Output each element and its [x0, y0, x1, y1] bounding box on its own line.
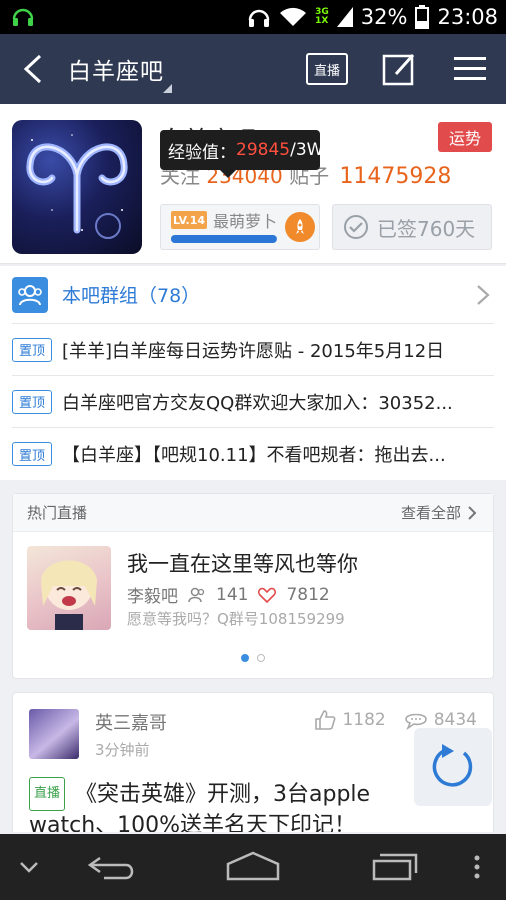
group-row[interactable]: 本吧群组（78）: [12, 266, 494, 324]
thread-time: 3分钟前: [95, 741, 150, 759]
live-description: 愿意等我吗？Q群号108159299: [127, 610, 345, 628]
forum-avatar: [12, 120, 142, 254]
carousel-indicator: [13, 654, 493, 662]
like-count: 1182: [342, 710, 386, 730]
sticky-post[interactable]: 置顶 白羊座吧官方交友QQ群欢迎大家加入：30352...: [12, 376, 494, 428]
group-label: 本吧群组（78）: [62, 285, 201, 307]
live-tag: 直播: [29, 777, 66, 811]
sticky-post-title: 白羊座吧官方交友QQ群欢迎大家加入：30352...: [62, 392, 453, 414]
viewer-count: 141: [216, 584, 249, 605]
view-all-label: 查看全部: [400, 504, 461, 522]
sticky-post[interactable]: 置顶 [羊羊]白羊座每日运势许愿贴 - 2015年5月12日: [12, 324, 494, 376]
recent-apps-icon[interactable]: [370, 852, 420, 882]
back-icon[interactable]: [86, 852, 138, 882]
network-type: 3G 1X: [315, 7, 329, 26]
live-button[interactable]: 直播: [306, 53, 348, 85]
sticky-post-title: 【白羊座】【吧规10.11】不看吧规者：拖出去...: [62, 445, 446, 466]
sticky-post-title: [羊羊]白羊座每日运势许愿贴 - 2015年5月12日: [62, 340, 445, 362]
experience-value: 29845: [236, 140, 291, 160]
level-progress-bar: [171, 235, 277, 243]
heart-icon: [258, 587, 277, 603]
post-count: 11475928: [339, 164, 452, 189]
live-thumbnail[interactable]: [27, 546, 111, 630]
level-box[interactable]: LV.14 最萌萝卜: [160, 204, 320, 250]
status-bar: 3G 1X 32% 23:08: [0, 0, 506, 34]
refresh-icon: [432, 744, 473, 787]
signed-days-label: 已签760天: [377, 216, 476, 241]
aries-symbol-icon: [26, 134, 128, 239]
clock: 23:08: [437, 5, 498, 29]
chevron-down-icon[interactable]: [18, 860, 40, 874]
chevron-right-icon: [468, 505, 477, 520]
thread-author[interactable]: 英三嘉哥: [95, 709, 167, 735]
sign-in-status[interactable]: 已签760天: [332, 204, 492, 250]
live-host: 李毅吧: [127, 587, 178, 607]
user-avatar[interactable]: [29, 709, 79, 759]
hot-live-title: 热门直播: [27, 504, 88, 522]
carousel-dot-active[interactable]: [241, 654, 249, 662]
thumbs-up-icon: [315, 710, 336, 730]
pinned-tag: 置顶: [12, 389, 52, 414]
back-arrow-icon[interactable]: [18, 52, 48, 86]
experience-label: 经验值：: [168, 142, 236, 163]
forum-title[interactable]: 白羊座吧: [68, 52, 164, 86]
level-name: 最萌萝卜: [213, 212, 278, 231]
title-dropdown-caret[interactable]: [163, 84, 172, 93]
wifi-icon: [280, 7, 307, 27]
check-circle-icon: [344, 215, 368, 239]
chevron-right-icon: [477, 285, 490, 305]
headphones-icon: [248, 9, 270, 27]
thread-comments[interactable]: 8434: [404, 710, 477, 730]
group-icon: [12, 276, 48, 313]
fortune-button[interactable]: 运势: [438, 122, 492, 152]
live-meta: 李毅吧 141 7812: [127, 582, 330, 608]
thread-content[interactable]: 直播 《突击英雄》开测，3台apple watch、100%送羊名天下印记！: [29, 777, 449, 832]
battery-icon: [415, 5, 430, 29]
live-stream-title: 我一直在这里等风也等你: [127, 552, 358, 576]
level-progress-fill: [171, 235, 276, 243]
refresh-button[interactable]: [414, 728, 492, 806]
headset-notification-icon: [12, 8, 34, 26]
experience-tooltip: 经验值： 29845 /3W: [160, 130, 324, 178]
view-all-link[interactable]: 查看全部: [401, 502, 477, 523]
hot-live-header: 热门直播 查看全部: [13, 494, 493, 532]
battery-percent: 32%: [360, 5, 408, 29]
menu-icon[interactable]: [452, 54, 488, 84]
thread-likes[interactable]: 1182: [314, 709, 386, 731]
nav-bar: 白羊座吧 直播: [0, 34, 506, 104]
comment-icon: [404, 713, 427, 730]
system-nav-bar: [0, 834, 506, 900]
forum-sticky-section: 本吧群组（78） 置顶 [羊羊]白羊座每日运势许愿贴 - 2015年5月12日 …: [0, 266, 506, 480]
forum-header: 白羊座吧 关注 234040 贴子 11475928 经验值： 29845 /3…: [0, 104, 506, 264]
comment-count: 8434: [433, 710, 477, 730]
carousel-dot[interactable]: [257, 654, 265, 662]
hot-live-card[interactable]: 热门直播 查看全部 我一直在这里等风也等你 李毅吧 141 7812 愿意等我吗…: [12, 493, 494, 679]
pinned-tag: 置顶: [12, 337, 52, 362]
sticky-post[interactable]: 置顶 【白羊座】【吧规10.11】不看吧规者：拖出去...: [12, 428, 494, 480]
compose-icon[interactable]: [380, 50, 418, 88]
like-count: 7812: [286, 584, 330, 605]
rocket-icon[interactable]: [285, 212, 315, 242]
viewers-icon: [188, 587, 205, 602]
thread-title: 《突击英雄》开测，3台apple watch、100%送羊名天下印记！: [29, 782, 371, 832]
signal-icon: [336, 7, 353, 27]
pinned-tag: 置顶: [12, 442, 52, 466]
experience-total: /3W: [290, 140, 324, 160]
overflow-menu-icon[interactable]: [472, 854, 482, 880]
level-badge: LV.14: [171, 211, 207, 229]
home-icon[interactable]: [224, 850, 282, 882]
